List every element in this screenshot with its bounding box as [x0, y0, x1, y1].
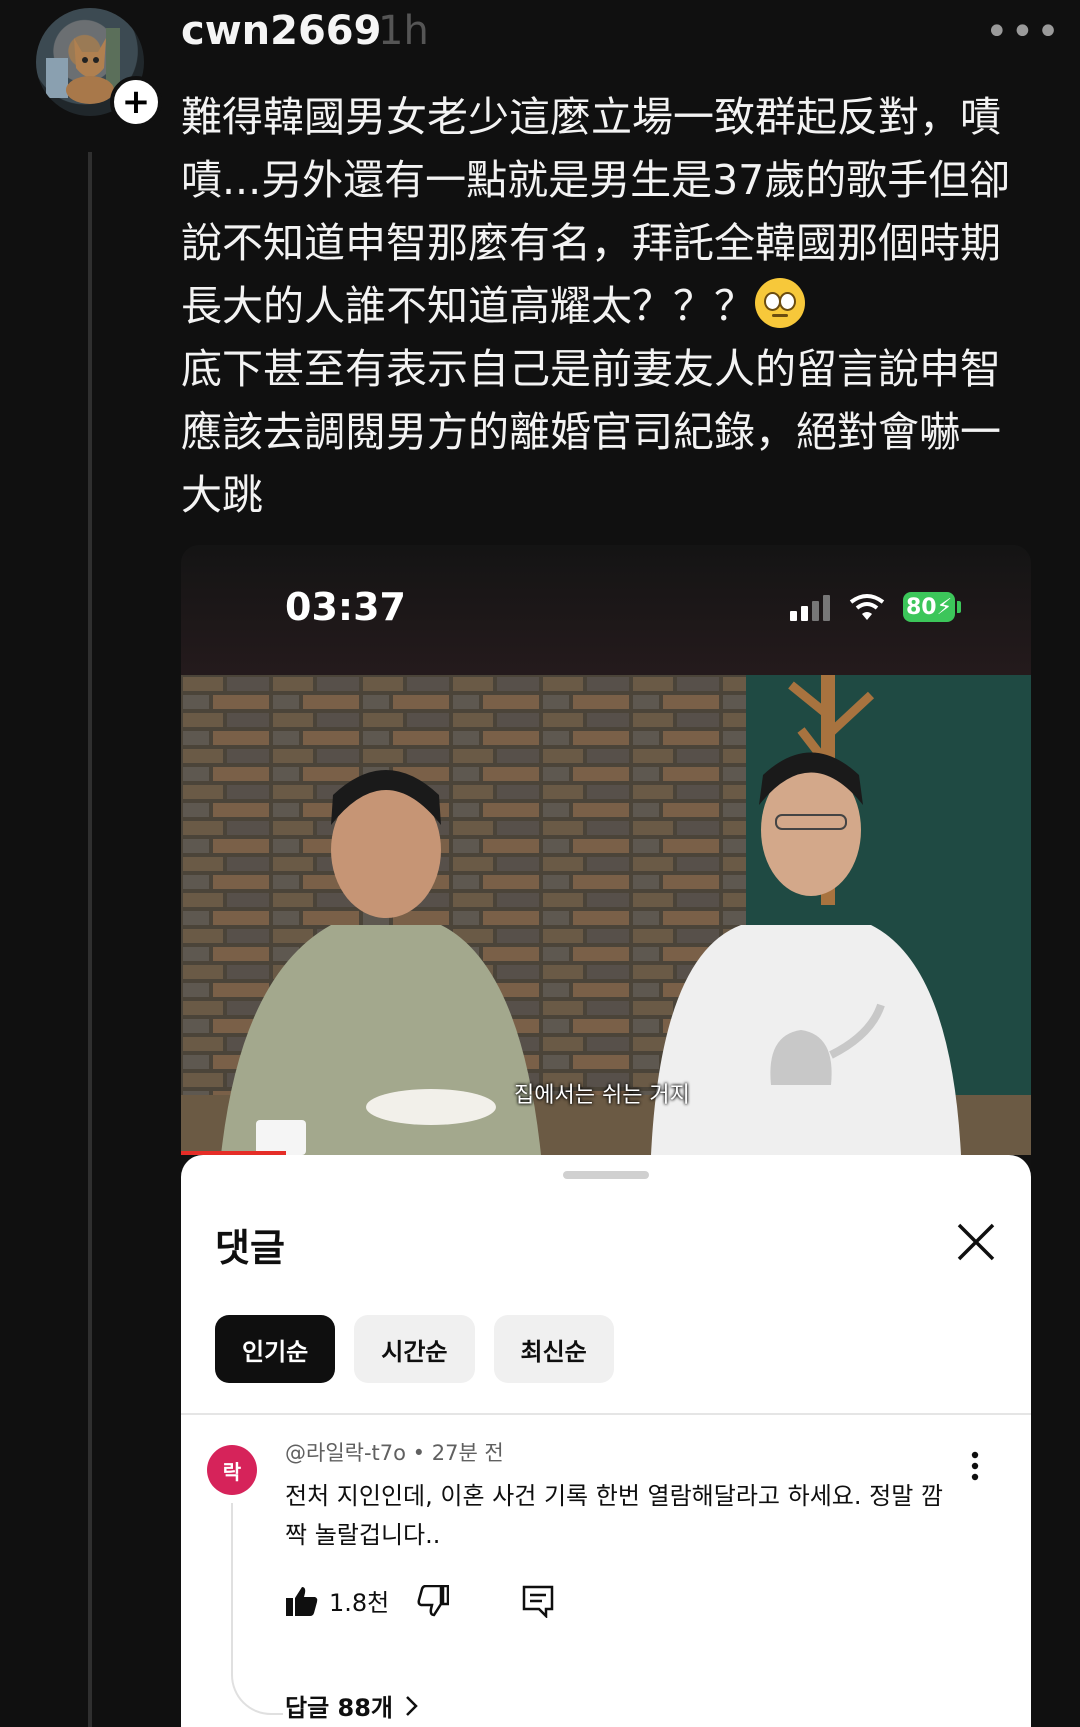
- username[interactable]: cwn2669: [181, 8, 381, 54]
- attached-screenshot[interactable]: 03:37 80 ⚡ 집에서는 쉬는 거지 댓글 인기순 시간순 최신순 락 @…: [181, 545, 1031, 1727]
- divider: [181, 1413, 1031, 1415]
- commenter-avatar[interactable]: 락: [207, 1445, 257, 1495]
- reply-thread-line: [231, 1503, 283, 1715]
- status-clock: 03:37: [285, 585, 406, 629]
- signal-icon: [790, 595, 830, 621]
- like-count: 1.8천: [329, 1589, 390, 1617]
- comments-sheet: 댓글 인기순 시간순 최신순 락 @라일락-t7o • 27분 전 전처 지인인…: [181, 1155, 1031, 1727]
- chevron-right-icon: [406, 1695, 418, 1716]
- comment-text: 전처 지인인데, 이혼 사건 기록 한번 열람해달라고 하세요. 정말 깜짝 놀…: [285, 1482, 943, 1549]
- chip-newest[interactable]: 최신순: [493, 1315, 614, 1383]
- wifi-icon: [849, 594, 885, 620]
- rolling-eyes-emoji-icon: [755, 278, 805, 328]
- comment-actions: 1.8천: [285, 1583, 555, 1618]
- view-replies-button[interactable]: 답글 88개: [285, 1688, 419, 1723]
- video-subtitle: 집에서는 쉬는 거지: [514, 1083, 690, 1108]
- post-line: 嘖...另外還有一點就是男生是37歲的歌手但卻: [181, 156, 1011, 204]
- close-icon[interactable]: [953, 1219, 999, 1265]
- battery-level: 80: [905, 594, 937, 620]
- more-horizontal-icon[interactable]: •••: [985, 12, 1062, 52]
- comment-meta[interactable]: @라일락-t7o • 27분 전: [285, 1437, 504, 1467]
- battery-tip: [957, 601, 961, 613]
- reply-icon[interactable]: [521, 1584, 555, 1618]
- post-line: 長大的人誰不知道高耀太？？？: [181, 282, 755, 330]
- battery-icon: 80 ⚡: [903, 592, 955, 622]
- post-time: 1h: [378, 8, 429, 54]
- chip-timestamp[interactable]: 시간순: [354, 1315, 475, 1383]
- sort-chips: 인기순 시간순 최신순: [215, 1315, 614, 1383]
- post-text: 難得韓國男女老少這麼立場一致群起反對，嘖 嘖...另外還有一點就是男生是37歲的…: [181, 86, 1051, 527]
- comments-title: 댓글: [215, 1226, 285, 1270]
- post-line: 難得韓國男女老少這麼立場一致群起反對，嘖: [181, 93, 1001, 141]
- post-line: 應該去調閱男方的離婚官司紀錄，絕對會嚇一: [181, 408, 1001, 456]
- post-line: 大跳: [181, 471, 263, 519]
- plus-icon[interactable]: +: [110, 76, 162, 128]
- replies-label: 답글 88개: [285, 1694, 393, 1722]
- chip-popular[interactable]: 인기순: [215, 1315, 336, 1383]
- post-line: 說不知道申智那麼有名，拜託全韓國那個時期: [181, 219, 1001, 267]
- thumbs-down-icon[interactable]: [415, 1584, 450, 1617]
- post-line: 底下甚至有表示自己是前妻友人的留言說申智: [181, 345, 1001, 393]
- thumbs-up-icon[interactable]: [285, 1585, 319, 1617]
- phone-status-bar: 03:37 80 ⚡: [181, 545, 1031, 675]
- video-player[interactable]: 집에서는 쉬는 거지: [181, 675, 1031, 1155]
- avatar-container[interactable]: +: [36, 8, 162, 128]
- more-vertical-icon[interactable]: [971, 1451, 979, 1481]
- drag-handle[interactable]: [563, 1171, 649, 1179]
- thread-line: [88, 152, 92, 1727]
